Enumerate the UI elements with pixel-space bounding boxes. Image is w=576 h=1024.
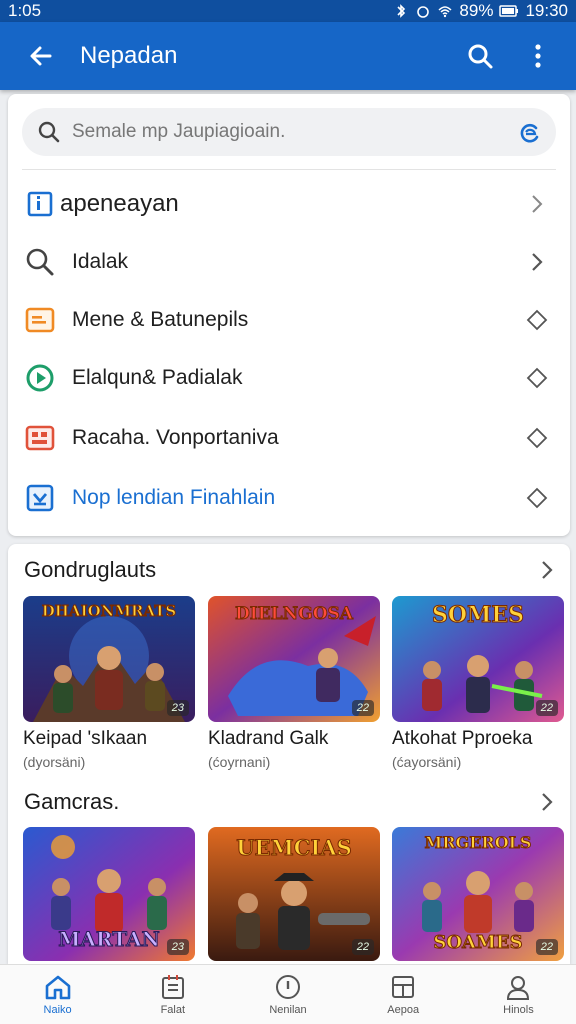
menu-item-label: Nop lendian Finahlain <box>72 486 276 509</box>
download-icon <box>24 482 56 514</box>
search-icon <box>34 117 64 147</box>
menu-item-label: Racaha. Vonportaniva <box>72 426 279 449</box>
game-thumbnail: SOMES 22 <box>392 596 564 722</box>
rating-badge: 23 <box>166 939 189 955</box>
nav-label: Falat <box>160 1004 186 1016</box>
nav-label: Nenilan <box>269 1004 307 1016</box>
list-box-icon <box>24 188 56 220</box>
apps-icon <box>388 973 418 1001</box>
game-tile[interactable]: UEMCIAS 22 <box>208 827 380 961</box>
chevron-right-icon <box>524 249 550 275</box>
diamond-icon <box>524 365 550 391</box>
nav-item-home[interactable]: Naiko <box>0 965 115 1024</box>
app-bar: Nepadan <box>0 22 576 90</box>
rating-badge: 22 <box>351 939 374 955</box>
menu-item-elalqun[interactable]: Elalqun& Padialak <box>8 350 570 406</box>
game-subtitle: (dyorsäni) <box>23 754 86 770</box>
nav-label: Naiko <box>43 1004 72 1016</box>
nav-item-profile[interactable]: Hinols <box>461 965 576 1024</box>
menu-item-nop-lendian[interactable]: Nop lendian Finahlain <box>8 470 570 526</box>
menu-item-label: Elalqun& Padialak <box>72 366 243 389</box>
play-circle-icon <box>24 362 56 394</box>
section-header-gondruglauts[interactable]: Gondruglauts <box>24 552 554 588</box>
game-tile[interactable]: SOMES 22 Atkohat Pproeka (ćayorsäni) <box>392 596 564 770</box>
games-card: Gondruglauts DHAIONMRATS 23 Keipad 'sIka… <box>8 544 570 964</box>
game-title: Atkohat Pproeka <box>392 728 533 749</box>
section-header-gamcras[interactable]: Gamcras. <box>24 784 554 820</box>
info-icon <box>273 973 303 1001</box>
nav-label: Hinols <box>503 1004 534 1016</box>
assistant-icon <box>520 123 539 143</box>
game-thumbnail: DHAIONMRATS 23 <box>23 596 195 722</box>
tile-art-text: SOMES <box>431 602 525 629</box>
rating-badge: 22 <box>535 939 558 955</box>
chevron-right-icon <box>524 191 550 217</box>
nav-label: Aepoa <box>387 1004 420 1016</box>
menu-card: apeneayan Idalak Mene & Batunepils Elalq… <box>8 94 570 536</box>
diamond-icon <box>524 425 550 451</box>
game-tile[interactable]: DHAIONMRATS 23 Keipad 'sIkaan (dyorsäni) <box>23 596 195 770</box>
battery-icon <box>499 5 519 17</box>
game-subtitle: (ćayorsäni) <box>392 754 462 770</box>
diamond-icon <box>524 485 550 511</box>
divider <box>22 169 556 170</box>
diamond-icon <box>524 307 550 333</box>
menu-header-label: apeneayan <box>60 190 179 217</box>
game-thumbnail: DIELNGOSA 22 <box>208 596 380 722</box>
game-thumbnail: MARTAN 23 <box>23 827 195 961</box>
status-time-right: 19:30 <box>525 1 568 20</box>
tile-art-text: UEMCIAS <box>236 835 353 861</box>
menu-header-row[interactable]: apeneayan <box>8 176 570 232</box>
chevron-right-icon <box>542 561 553 579</box>
game-thumbnail: UEMCIAS 22 <box>208 827 380 961</box>
alarm-icon <box>417 6 430 18</box>
menu-item-mene[interactable]: Mene & Batunepils <box>8 292 570 348</box>
game-tile[interactable]: MRGEROLS SOAMES 22 <box>392 827 564 961</box>
tile-art-text: DIELNGOSA <box>235 604 354 625</box>
bottom-navigation: Naiko Falat Nenilan Aepoa Hinols <box>0 964 576 1024</box>
status-bar: 1:05 89% 19:30 <box>0 0 576 22</box>
back-button[interactable] <box>24 39 58 73</box>
menu-item-racaha[interactable]: Racaha. Vonportaniva <box>8 410 570 466</box>
search-input[interactable] <box>72 121 492 143</box>
search-button[interactable] <box>460 36 500 76</box>
game-title: Kladrand Galk <box>208 728 329 749</box>
search-icon <box>24 246 56 278</box>
more-vert-icon <box>535 44 541 68</box>
bluetooth-icon <box>397 4 406 18</box>
arrow-left-icon <box>30 46 52 66</box>
section-title: Gondruglauts <box>24 557 157 582</box>
wifi-icon <box>438 6 452 18</box>
home-icon <box>43 973 73 1001</box>
page-title: Nepadan <box>80 42 178 69</box>
menu-item-idalak[interactable]: Idalak <box>8 234 570 290</box>
profile-icon <box>503 973 533 1001</box>
menu-item-label: Mene & Batunepils <box>72 308 249 331</box>
nav-item-info[interactable]: Nenilan <box>230 965 345 1024</box>
nav-item-apps[interactable]: Aepoa <box>346 965 461 1024</box>
assistant-button[interactable] <box>514 117 546 149</box>
menu-item-label: Idalak <box>72 250 129 273</box>
game-subtitle: (ćoyrnani) <box>208 754 271 770</box>
grid-icon <box>24 422 56 454</box>
game-tile[interactable]: DIELNGOSA 22 Kladrand Galk (ćoyrnani) <box>208 596 380 770</box>
battery-percent: 89% <box>459 1 494 20</box>
tile-art-text: DHAIONMRATS <box>41 602 177 621</box>
chevron-right-icon <box>542 793 553 811</box>
section-title: Gamcras. <box>24 789 120 814</box>
card-icon <box>24 304 56 336</box>
rating-badge: 23 <box>166 700 189 716</box>
more-options-button[interactable] <box>518 36 558 76</box>
game-thumbnail: MRGEROLS SOAMES 22 <box>392 827 564 961</box>
rating-badge: 22 <box>535 700 558 716</box>
tile-art-text-top: MRGEROLS <box>424 833 532 853</box>
game-tile[interactable]: MARTAN 23 <box>23 827 195 961</box>
nav-item-list[interactable]: Falat <box>115 965 230 1024</box>
status-time-left: 1:05 <box>8 1 42 20</box>
game-title: Keipad 'sIkaan <box>23 728 148 749</box>
list-icon <box>158 973 188 1001</box>
search-icon <box>468 44 493 69</box>
rating-badge: 22 <box>351 700 374 716</box>
search-bar[interactable] <box>22 108 556 156</box>
